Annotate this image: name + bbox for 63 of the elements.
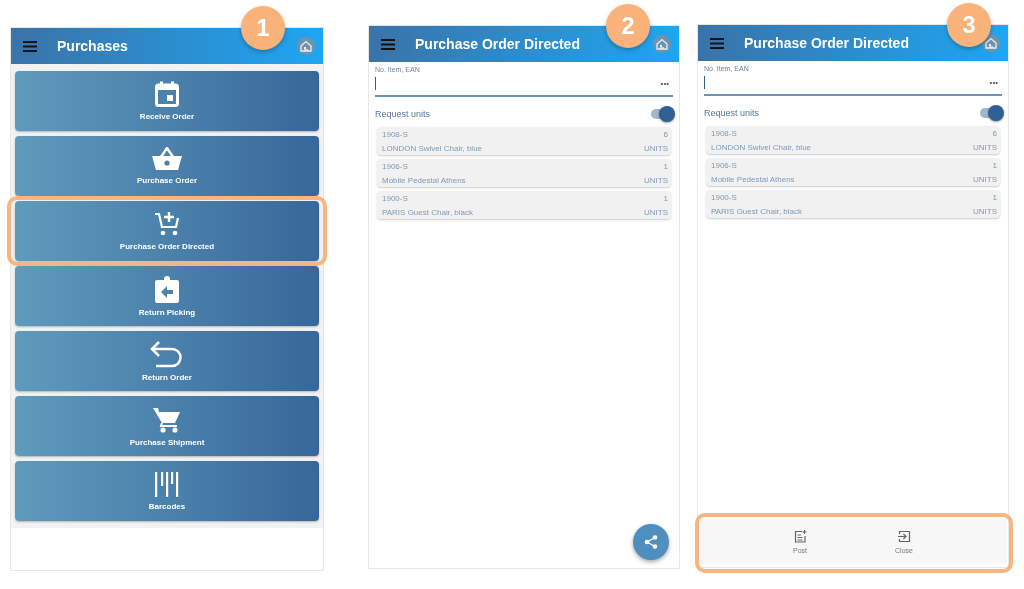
item-card[interactable]: 1900-S PARIS Guest Chair, black 1 UNITS [706, 190, 1000, 218]
menu-tile[interactable]: Receive Order [15, 71, 319, 131]
share-button[interactable] [633, 524, 669, 560]
more-button[interactable]: ••• [989, 77, 998, 87]
item-quantity: 6 [992, 129, 997, 138]
item-name: Mobile Pedestal Athens [711, 175, 795, 184]
item-unit: UNITS [973, 175, 997, 184]
exit-icon [897, 529, 911, 543]
basket-icon [152, 147, 182, 171]
barcode-icon [154, 471, 180, 497]
cart-plus-icon [154, 211, 180, 237]
screen-title: Purchase Order Directed [744, 35, 910, 51]
document-plus-icon [793, 529, 807, 543]
item-card[interactable]: 1900-S PARIS Guest Chair, black 1 UNITS [377, 191, 671, 219]
return-arrow-icon [150, 340, 184, 368]
item-unit: UNITS [644, 176, 668, 185]
item-unit: UNITS [973, 143, 997, 152]
item-name: PARIS Guest Chair, black [382, 208, 473, 217]
item-unit: UNITS [644, 144, 668, 153]
menu-tile[interactable]: Return Picking [15, 266, 319, 326]
item-card[interactable]: 1908-S LONDON Swivel Chair, blue 6 UNITS [706, 126, 1000, 154]
item-quantity: 1 [663, 162, 668, 171]
step-number-badge: 2 [606, 4, 650, 48]
home-icon[interactable] [653, 35, 671, 53]
toggle-label: Request units [704, 108, 760, 118]
step-number-badge: 3 [947, 3, 991, 47]
screen-title: Purchase Order Directed [415, 36, 581, 52]
item-unit: UNITS [644, 208, 668, 217]
item-code: 1900-S [711, 193, 738, 202]
item-name: LONDON Swivel Chair, blue [382, 144, 483, 153]
item-code: 1908-S [382, 130, 409, 139]
item-card[interactable]: 1908-S LONDON Swivel Chair, blue 6 UNITS [377, 127, 671, 155]
item-code: 1906-S [711, 161, 738, 170]
screen-title: Purchases [57, 38, 129, 54]
item-card[interactable]: 1906-S Mobile Pedestal Athens 1 UNITS [377, 159, 671, 187]
item-unit: UNITS [973, 207, 997, 216]
clipboard-icon [155, 275, 179, 303]
menu-icon[interactable] [381, 38, 395, 50]
share-icon [644, 535, 658, 549]
item-card[interactable]: 1906-S Mobile Pedestal Athens 1 UNITS [706, 158, 1000, 186]
item-name: Mobile Pedestal Athens [382, 176, 466, 185]
home-icon[interactable] [297, 37, 315, 55]
item-code: 1900-S [382, 194, 409, 203]
menu-tile[interactable]: Purchase Order [15, 136, 319, 196]
cart-icon [153, 405, 181, 433]
calendar-icon [155, 81, 179, 107]
menu-tile[interactable]: Purchase Order Directed [15, 201, 319, 261]
menu-tile[interactable]: Purchase Shipment [15, 396, 319, 456]
more-button[interactable]: ••• [660, 78, 669, 88]
menu-icon[interactable] [23, 40, 37, 52]
item-code: 1908-S [711, 129, 738, 138]
item-name: PARIS Guest Chair, black [711, 207, 802, 216]
item-code: 1906-S [382, 162, 409, 171]
item-quantity: 6 [663, 130, 668, 139]
menu-icon[interactable] [710, 37, 724, 49]
step-number-badge: 1 [241, 6, 285, 50]
menu-tile[interactable]: Barcodes [15, 461, 319, 521]
menu-tile[interactable]: Return Order [15, 331, 319, 391]
item-quantity: 1 [992, 193, 997, 202]
toggle-label: Request units [375, 109, 431, 119]
item-quantity: 1 [663, 194, 668, 203]
item-name: LONDON Swivel Chair, blue [711, 143, 812, 152]
item-quantity: 1 [992, 161, 997, 170]
